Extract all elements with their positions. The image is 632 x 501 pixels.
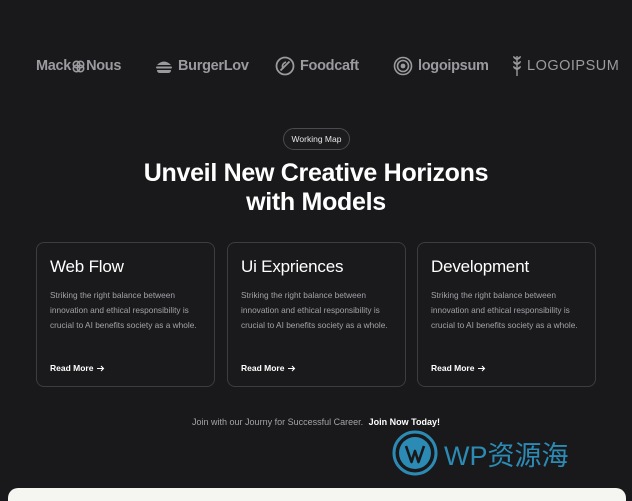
logo-logoipsum: logoipsum <box>393 52 489 80</box>
spiral-icon <box>393 56 413 76</box>
arrow-right-icon <box>97 365 105 371</box>
service-card-web-flow: Web Flow Striking the right balance betw… <box>36 242 215 387</box>
leaf-circle-icon <box>275 56 295 76</box>
knot-icon <box>72 59 85 73</box>
card-title: Development <box>431 257 529 276</box>
read-more-label: Read More <box>241 363 285 373</box>
logo-mack-text: Mack <box>36 58 72 74</box>
card-title: Ui Expriences <box>241 257 344 276</box>
cta-text: Join with our Journy for Successful Care… <box>192 417 364 427</box>
read-more-link[interactable]: Read More <box>241 363 296 373</box>
logo-logoipsum-upper: LOGOIPSUM <box>512 52 619 80</box>
section-heading: Unveil New Creative Horizons with Models <box>0 159 632 217</box>
card-description: Striking the right balance between innov… <box>431 290 578 331</box>
logo-logoipsum-text: logoipsum <box>418 58 489 74</box>
cta-line: Join with our Journy for Successful Care… <box>0 417 632 427</box>
watermark-text: WP资源海 <box>444 440 569 471</box>
next-section-panel <box>8 488 626 501</box>
logo-mack-nous: Mack Nous <box>36 52 121 80</box>
logo-foodcaft: Foodcaft <box>275 52 359 80</box>
section-badge: Working Map <box>283 128 350 150</box>
heading-line-2: with Models <box>246 188 386 216</box>
service-card-ui-expriences: Ui Expriences Striking the right balance… <box>227 242 406 387</box>
arrow-right-icon <box>478 365 486 371</box>
card-description: Striking the right balance between innov… <box>50 290 197 331</box>
logo-nous-text: Nous <box>86 58 122 74</box>
read-more-label: Read More <box>431 363 475 373</box>
wordpress-icon <box>392 430 438 476</box>
watermark: WP资源海 <box>392 430 569 476</box>
read-more-link[interactable]: Read More <box>431 363 486 373</box>
card-title: Web Flow <box>50 257 124 276</box>
wheat-icon <box>513 56 521 76</box>
partner-logos: Mack Nous BurgerLov Foodcaft logoipsum L… <box>0 52 632 80</box>
logo-burgerlov: BurgerLov <box>155 52 249 80</box>
read-more-label: Read More <box>50 363 94 373</box>
logo-foodcaft-text: Foodcaft <box>300 58 359 74</box>
join-now-link[interactable]: Join Now Today! <box>369 417 440 427</box>
arrow-right-icon <box>288 365 296 371</box>
service-card-development: Development Striking the right balance b… <box>417 242 596 387</box>
card-description: Striking the right balance between innov… <box>241 290 388 331</box>
heading-line-1: Unveil New Creative Horizons <box>143 159 489 187</box>
burger-icon <box>156 61 172 73</box>
logo-logoipsum-upper-text: LOGOIPSUM <box>527 58 620 74</box>
logo-burgerlov-text: BurgerLov <box>178 58 249 74</box>
read-more-link[interactable]: Read More <box>50 363 105 373</box>
